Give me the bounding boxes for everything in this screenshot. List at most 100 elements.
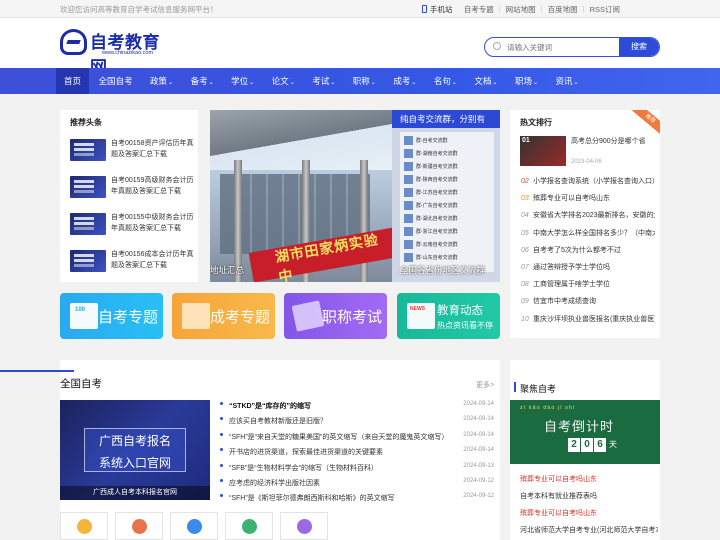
banner-carousel[interactable]: 湖市田家炳实验中 地址汇总 纯自考交流群，分别有 群-自考交流群 群-湖南自考交流… — [210, 110, 500, 282]
banner-slide-campus[interactable]: 湖市田家炳实验中 地址汇总 — [210, 110, 422, 282]
news-item[interactable]: 应考虑的经济科学出版社因素 2024-09-12 — [220, 478, 496, 488]
hot-article-item[interactable]: 04 安徽省大学排名2023最新排名，安徽的大学 — [521, 210, 655, 220]
score-sheet-icon — [70, 303, 98, 329]
chat-row: 群-浙江自考交流群 — [404, 227, 490, 238]
news-item[interactable]: “SFH”是《斯坦菲尔德弗朗西斯科和哈斯》的英文缩写 2024-09-12 — [220, 493, 496, 503]
headline-item[interactable]: 自考00158资产评估历年真题及答案汇总下载 — [70, 137, 193, 165]
focus-item[interactable]: 自考本科有就业推荐表吗 — [520, 491, 658, 501]
nav-item[interactable]: 考试⌄ — [304, 68, 343, 94]
group-avatar-icon — [404, 175, 413, 184]
hot-article-item[interactable]: 08 工商管理属于啥学士学位 — [521, 279, 655, 289]
focus-item[interactable]: 殡葬专业可以自考吗山东 — [520, 508, 658, 518]
news-item[interactable]: “STKD”是“库存的”的缩写 2024-09-14 — [220, 401, 496, 411]
chevron-down-icon: ⌄ — [330, 80, 336, 86]
presentation-icon — [187, 519, 202, 534]
headline-item[interactable]: 自考00156成本会计历年真题及答案汇总下载 — [70, 248, 193, 276]
banner-caption-left: 地址汇总 — [210, 265, 245, 275]
headline-item[interactable]: 自考00155中级财务会计历年真题及答案汇总下载 — [70, 211, 193, 239]
education-news-button[interactable]: 教育动态 热点资讯看不停 — [397, 293, 500, 339]
top-link-baidu-map[interactable]: 百度地图 — [548, 4, 578, 15]
hot-article-item[interactable]: 02 小学报名查询系统（小学报名查询入口） — [521, 176, 655, 186]
hot-article-item[interactable]: 09 信宜市中考成绩查询 — [521, 296, 655, 306]
headline-item[interactable]: 自考00159高级财务会计历年真题及答案汇总下载 — [70, 174, 193, 202]
nav-item[interactable]: 首页 — [56, 68, 90, 94]
hot-article-item[interactable]: 07 通过答辩授予学士学位吗 — [521, 262, 655, 272]
nav-item[interactable]: 备考⌄ — [183, 68, 222, 94]
chat-row: 群-新疆自考交流群 — [404, 162, 490, 173]
chat-row: 群-江苏自考交流群 — [404, 188, 490, 199]
category-tile[interactable] — [60, 512, 108, 540]
search-input[interactable] — [507, 40, 602, 54]
news-item[interactable]: 应该买自考教材新版还是旧版？ 2024-09-14 — [220, 416, 496, 426]
hot-top-thumbnail[interactable]: 01 — [520, 136, 566, 166]
group-avatar-icon — [404, 240, 413, 249]
adult-exam-topic-button[interactable]: 成考专题 — [172, 293, 275, 339]
chat-row: 群-自考交流群 — [404, 136, 490, 147]
more-link[interactable]: 更多> — [476, 380, 494, 390]
lightning-icon — [77, 519, 92, 534]
title-exam-button[interactable]: 职称考试 — [284, 293, 387, 339]
focus-item[interactable]: 殡葬专业可以自考吗山东 — [520, 474, 658, 484]
chat-row: 群-陕西自考交流群 — [404, 175, 490, 186]
guangxi-registration-card[interactable]: 广西自考报名 系统入口官网 广西成人自考本科报名官网 — [60, 400, 210, 500]
exam-countdown-card[interactable]: zì kǎo dào jì shí 自考倒计时 206天 — [510, 400, 660, 464]
search-button[interactable]: 搜索 — [619, 38, 659, 56]
pie-chart-icon — [132, 519, 147, 534]
site-logo[interactable]: 自考教育网 www.chinazikao.com — [60, 27, 170, 78]
news-date: 2024-09-12 — [463, 493, 494, 500]
nav-item[interactable]: 政策⌄ — [142, 68, 181, 94]
group-avatar-icon — [404, 253, 413, 262]
headline-thumbnail — [70, 176, 106, 198]
mobile-site-link[interactable]: 手机站 — [422, 4, 453, 15]
group-avatar-icon — [404, 201, 413, 210]
globe-icon — [242, 519, 257, 534]
category-tile[interactable] — [280, 512, 328, 540]
category-tile[interactable] — [170, 512, 218, 540]
recommended-headlines: 推荐头条 自考00158资产评估历年真题及答案汇总下载 自考00159高级财务会… — [60, 110, 198, 282]
focus-item[interactable]: 河北省师范大学自考专业(河北师范大学自考本科专业) — [520, 525, 658, 535]
category-tile[interactable] — [225, 512, 273, 540]
headlines-title: 推荐头条 — [70, 118, 102, 127]
news-date: 2024-09-14 — [463, 431, 494, 438]
chat-row: 群-云南自考交流群 — [404, 240, 490, 251]
top-link-sitemap[interactable]: 网站地图 — [506, 4, 536, 15]
chevron-down-icon: ⌄ — [573, 80, 579, 86]
chevron-down-icon: ⌄ — [451, 80, 457, 86]
group-avatar-icon — [404, 214, 413, 223]
chat-row: 群-湖北自考交流群 — [404, 214, 490, 225]
banner-slide-groups[interactable]: 纯自考交流群，分别有 群-自考交流群 群-湖南自考交流群 群-新疆自考交流群 群-陕西… — [392, 110, 500, 282]
top-link-rss[interactable]: RSS订阅 — [590, 4, 620, 15]
nav-item[interactable]: 职称⌄ — [345, 68, 384, 94]
news-item[interactable]: “SFH”是“来自天堂的糖果美国”的英文缩写（来自天堂的魔鬼英文缩写） 2024-… — [220, 432, 496, 442]
chat-row: 群-湖南自考交流群 — [404, 149, 490, 160]
category-tile[interactable] — [115, 512, 163, 540]
news-item[interactable]: 开书店的进货渠道，探索最佳进货渠道的关键要素 2024-09-14 — [220, 447, 496, 457]
hot-article-item[interactable]: 10 重庆沙坪坝执业兽医报名(重庆执业兽医) — [521, 314, 655, 324]
nav-item[interactable]: 论文⌄ — [264, 68, 303, 94]
hot-top-title[interactable]: 高考总分900分是哪个省 — [571, 137, 657, 147]
hot-article-item[interactable]: 05 中南大学怎么样全国排名多少？（中南大学） — [521, 228, 655, 238]
self-exam-topic-button[interactable]: 自考专题 — [60, 293, 163, 339]
chevron-down-icon: ⌄ — [289, 80, 295, 86]
category-tiles — [60, 512, 335, 540]
logo-icon — [60, 29, 87, 55]
nav-item[interactable]: 职场⌄ — [507, 68, 546, 94]
nav-item[interactable]: 名句⌄ — [426, 68, 465, 94]
news-date: 2024-09-13 — [463, 462, 494, 469]
top-link-special[interactable]: 自考专题 — [464, 4, 494, 15]
nav-item[interactable]: 全国自考 — [91, 68, 141, 94]
group-avatar-icon — [404, 188, 413, 197]
phone-icon — [422, 5, 427, 13]
headline-thumbnail — [70, 250, 106, 272]
hot-article-item[interactable]: 03 殡葬专业可以自考吗山东 — [521, 193, 655, 203]
news-item[interactable]: “SFB”是“生物材料学会”的缩写（生物材料百科） 2024-09-13 — [220, 463, 496, 473]
nav-item[interactable]: 成考⌄ — [385, 68, 424, 94]
banner-caption-right: 全国各省份地区交流群 — [400, 265, 486, 275]
hot-title: 热文排行 — [520, 118, 552, 127]
nav-item[interactable]: 学位⌄ — [223, 68, 262, 94]
nav-item[interactable]: 资讯⌄ — [548, 68, 587, 94]
nav-item[interactable]: 文档⌄ — [466, 68, 505, 94]
hot-article-item[interactable]: 06 自考考了5次为什么都考不过 — [521, 245, 655, 255]
group-avatar-icon — [404, 162, 413, 171]
news-date: 2024-09-12 — [463, 478, 494, 484]
